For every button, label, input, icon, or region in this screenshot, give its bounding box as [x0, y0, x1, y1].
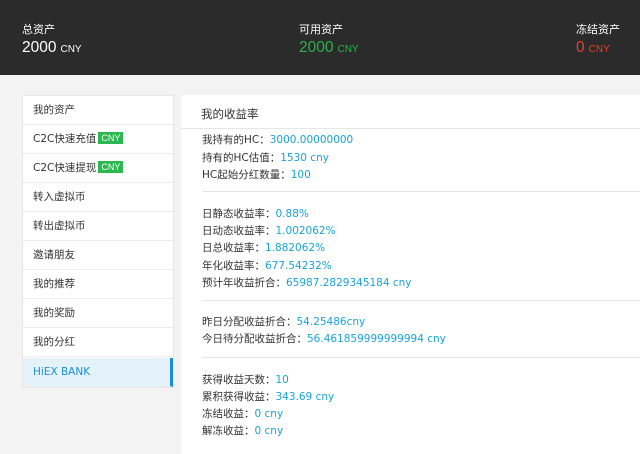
stat-label: 我持有的HC： [202, 134, 270, 146]
total-assets-value: 2000 [22, 39, 57, 56]
stat-label: 日静态收益率： [202, 208, 276, 220]
stat-label: 今日待分配收益折合： [202, 333, 307, 345]
stat-label: 预计年收益折合： [202, 277, 286, 289]
stat-label: 累积获得收益： [202, 391, 276, 403]
stat-label: 年化收益率： [202, 260, 265, 272]
sidebar-item-label: 邀请朋友 [33, 249, 75, 261]
stat-value: 677.54232% [265, 260, 332, 272]
currency-badge: CNY [98, 161, 124, 173]
stat-row: 我持有的HC：3000.00000000 [202, 132, 353, 147]
stat-row: 获得收益天数：10 [202, 372, 289, 387]
stat-value: 65987.2829345184 cny [286, 277, 412, 289]
total-assets-unit: CNY [60, 44, 82, 55]
stat-row: 累积获得收益：343.69 cny [202, 389, 334, 404]
stat-value: 1.882062% [265, 242, 326, 254]
available-assets-value: 2000 [299, 39, 334, 56]
stat-row: 持有的HC估值：1530 cny [202, 150, 329, 165]
currency-badge: CNY [98, 132, 124, 144]
stat-row: 冻结收益：0 cny [202, 406, 283, 421]
stat-label: HC起始分红数量： [202, 169, 291, 181]
total-assets-label: 总资产 [22, 23, 55, 36]
stat-label: 解冻收益： [202, 425, 255, 437]
sidebar-item-label: C2C快速提现 [33, 162, 97, 174]
stat-row: 解冻收益：0 cny [202, 423, 283, 438]
sidebar-item-label: HiEX BANK [33, 366, 91, 378]
stat-row: 日总收益率：1.882062% [202, 240, 325, 255]
stat-label: 冻结收益： [202, 408, 255, 420]
available-assets-label: 可用资产 [299, 23, 343, 36]
page-title: 我的收益率 [201, 107, 259, 121]
stat-value: 343.69 cny [275, 391, 335, 403]
section-divider [202, 357, 640, 358]
sidebar-item-my-rewards[interactable]: 我的奖励 [23, 299, 173, 328]
frozen-assets-amount: 0 CNY [576, 37, 610, 57]
sidebar-item-invite-friends[interactable]: 邀请朋友 [23, 241, 173, 270]
sidebar-item-label: 我的分红 [33, 336, 75, 348]
stat-row: 日动态收益率：1.002062% [202, 223, 336, 238]
stat-label: 日总收益率： [202, 242, 265, 254]
available-assets-amount: 2000 CNY [299, 37, 359, 57]
sidebar-item-my-dividends[interactable]: 我的分红 [23, 328, 173, 357]
stat-row: 预计年收益折合：65987.2829345184 cny [202, 275, 412, 290]
available-assets-unit: CNY [337, 44, 359, 55]
stat-row: 年化收益率：677.54232% [202, 258, 332, 273]
sidebar-item-c2c-withdraw[interactable]: C2C快速提现 CNY [23, 154, 173, 183]
total-assets-amount: 2000 CNY [22, 37, 82, 57]
yield-panel: 我的收益率 我持有的HC：3000.00000000 持有的HC估值：1530 … [181, 95, 640, 454]
sidebar-item-label: 我的奖励 [33, 307, 75, 319]
title-divider [181, 128, 640, 129]
stat-row: HC起始分红数量：100 [202, 167, 311, 182]
section-divider [202, 300, 640, 301]
stat-value: 0 cny [254, 408, 284, 420]
stat-label: 昨日分配收益折合： [202, 316, 297, 328]
sidebar-item-deposit-crypto[interactable]: 转入虚拟币 [23, 183, 173, 212]
sidebar-item-label: 转入虚拟币 [33, 191, 86, 203]
sidebar-item-hiex-bank[interactable]: HiEX BANK [23, 358, 173, 387]
section-divider [202, 191, 640, 192]
sidebar-item-c2c-deposit[interactable]: C2C快速充值 CNY [23, 125, 173, 154]
account-sidebar: 我的资产 C2C快速充值 CNY C2C快速提现 CNY 转入虚拟币 转出虚拟币 邀… [22, 95, 174, 388]
stat-label: 日动态收益率： [202, 225, 276, 237]
sidebar-item-label: 我的推荐 [33, 278, 75, 290]
stat-label: 持有的HC估值： [202, 152, 281, 164]
sidebar-item-label: 转出虚拟币 [33, 220, 86, 232]
stat-value: 1530 cny [280, 152, 329, 164]
frozen-assets-label: 冻结资产 [576, 23, 620, 36]
sidebar-item-withdraw-crypto[interactable]: 转出虚拟币 [23, 212, 173, 241]
stat-row: 日静态收益率：0.88% [202, 206, 309, 221]
stat-value: 0 cny [254, 425, 284, 437]
frozen-assets-value: 0 [576, 39, 585, 56]
stat-value: 0.88% [275, 208, 309, 220]
stat-row: 今日待分配收益折合：56.461859999999994 cny [202, 331, 446, 346]
frozen-assets-unit: CNY [588, 44, 610, 55]
stat-label: 获得收益天数： [202, 374, 276, 386]
sidebar-item-my-referrals[interactable]: 我的推荐 [23, 270, 173, 299]
stat-value: 3000.00000000 [269, 134, 354, 146]
stat-value: 54.25486cny [296, 316, 366, 328]
stat-value: 56.461859999999994 cny [307, 333, 446, 345]
sidebar-item-label: C2C快速充值 [33, 133, 97, 145]
asset-summary-bar: 总资产 2000 CNY 可用资产 2000 CNY 冻结资产 0 CNY [0, 0, 640, 75]
stat-row: 昨日分配收益折合：54.25486cny [202, 314, 365, 329]
stat-value: 100 [290, 169, 311, 181]
sidebar-item-my-assets[interactable]: 我的资产 [23, 96, 173, 125]
stat-value: 1.002062% [275, 225, 336, 237]
stat-value: 10 [275, 374, 289, 386]
sidebar-item-label: 我的资产 [33, 104, 75, 116]
